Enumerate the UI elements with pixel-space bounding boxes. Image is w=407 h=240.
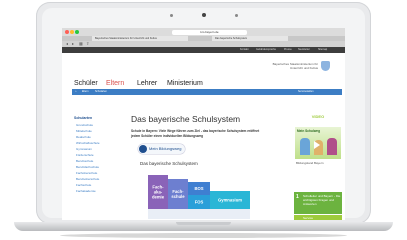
sidebar-item-grundschule[interactable]: Grundschule xyxy=(76,123,93,127)
breadcrumb-item-schularten[interactable]: Schularten xyxy=(95,89,107,95)
bezel-sensor-right xyxy=(235,14,238,17)
minimize-window-icon[interactable] xyxy=(70,30,74,34)
diagram-base-band xyxy=(148,209,250,219)
diagram-title: Das bayerische Schulsystem xyxy=(140,161,198,166)
nav-tab-schueler[interactable]: Schüler xyxy=(74,80,98,87)
sidebar-item-fachakademie[interactable]: Fachakademie xyxy=(76,189,96,193)
top-link-sitemap[interactable]: Sitemap xyxy=(318,47,327,53)
laptop-screen: km.bayern.de Bayerisches Staatsministeri… xyxy=(62,28,345,220)
bildungsweg-icon xyxy=(139,145,147,153)
video-caption[interactable]: Bildungsland Bayern xyxy=(296,161,324,165)
fachschule-label: Fach-schule xyxy=(171,189,185,199)
service-link[interactable]: Servicestellen xyxy=(298,89,342,95)
video-section-title: VIDEO xyxy=(311,114,325,119)
close-window-icon[interactable] xyxy=(65,30,69,34)
mein-bildungsweg-label: Mein Bildungsweg xyxy=(149,146,182,151)
sidebar-item-berufsschule[interactable]: Berufsschule xyxy=(76,159,93,163)
camera-icon xyxy=(202,13,206,17)
sidebar-title: Schularten xyxy=(74,116,93,120)
bezel-sensor-left xyxy=(170,14,173,17)
sidebar-item-fachoberschule[interactable]: Fachoberschule xyxy=(76,171,97,175)
share-icon[interactable]: ⇪ xyxy=(86,42,89,46)
ministry-logo-text[interactable]: Bayerisches Staatsministerium für Unterr… xyxy=(260,62,318,70)
video-person-1 xyxy=(300,138,310,155)
sidebar-item-realschule[interactable]: Realschule xyxy=(76,135,91,139)
service-teaser-text: Service xyxy=(303,216,314,220)
sidebar-item-foerderschule[interactable]: Förderschule xyxy=(76,153,94,157)
laptop-base-notch xyxy=(176,222,231,225)
play-icon[interactable] xyxy=(314,141,320,149)
top-link-gebaerdensprache[interactable]: Gebärdensprache xyxy=(256,47,276,53)
top-link-presse[interactable]: Presse xyxy=(284,47,292,53)
intro-text: Schule in Bayern: Viele Wege führen zum … xyxy=(131,129,260,138)
sidebar-item-berufsoberschule[interactable]: Berufsoberschule xyxy=(76,177,99,181)
info-teaser-text: Schulleiter und Bayern - Die wichtigsten… xyxy=(303,194,341,206)
breadcrumb-item-eltern[interactable]: Eltern xyxy=(82,89,89,95)
fos-label: FOS xyxy=(195,200,204,205)
gymnasium-label: Gymnasium xyxy=(218,198,242,203)
info-teaser-number: 1 xyxy=(296,194,299,200)
forward-icon[interactable]: ▸ xyxy=(72,42,74,46)
bos-label: BOS xyxy=(194,186,203,191)
back-icon[interactable]: ◂ xyxy=(66,42,68,46)
sidebar-item-berufsfachschule[interactable]: Berufsfachschule xyxy=(76,165,99,169)
school-system-diagram[interactable]: Fach-aka-demieFach-schuleBOSFOS Gymnasium xyxy=(140,169,255,220)
top-link-kontakt[interactable]: Kontakt xyxy=(240,47,248,53)
maximize-window-icon[interactable] xyxy=(75,30,79,34)
nav-tab-ministerium[interactable]: Ministerium xyxy=(167,80,203,87)
laptop-shadow xyxy=(60,233,347,238)
sidebar-item-fachschule[interactable]: Fachschule xyxy=(76,183,91,187)
sidebar-item-gymnasium[interactable]: Gymnasium xyxy=(76,147,92,151)
nav-tab-lehrer[interactable]: Lehrer xyxy=(137,80,157,87)
nav-tab-eltern[interactable]: Eltern xyxy=(106,80,124,87)
bavarian-crest-icon[interactable] xyxy=(321,61,330,71)
top-link-newsletter[interactable]: Newsletter xyxy=(298,47,310,53)
service-teaser-box[interactable] xyxy=(294,215,342,220)
page-title: Das bayerische Schulsystem xyxy=(131,114,241,124)
video-person-3 xyxy=(327,138,337,155)
address-bar[interactable]: km.bayern.de xyxy=(172,29,247,35)
sidebar-item-mittelschule[interactable]: Mittelschule xyxy=(76,129,92,133)
video-thumbnail-text: Mein Schulweg xyxy=(297,129,321,133)
home-icon[interactable]: ⌂ xyxy=(75,89,77,95)
grid-icon[interactable]: ▦ xyxy=(79,42,83,46)
sidebar-item-wirtschaftsschule[interactable]: Wirtschaftsschule xyxy=(76,141,100,145)
